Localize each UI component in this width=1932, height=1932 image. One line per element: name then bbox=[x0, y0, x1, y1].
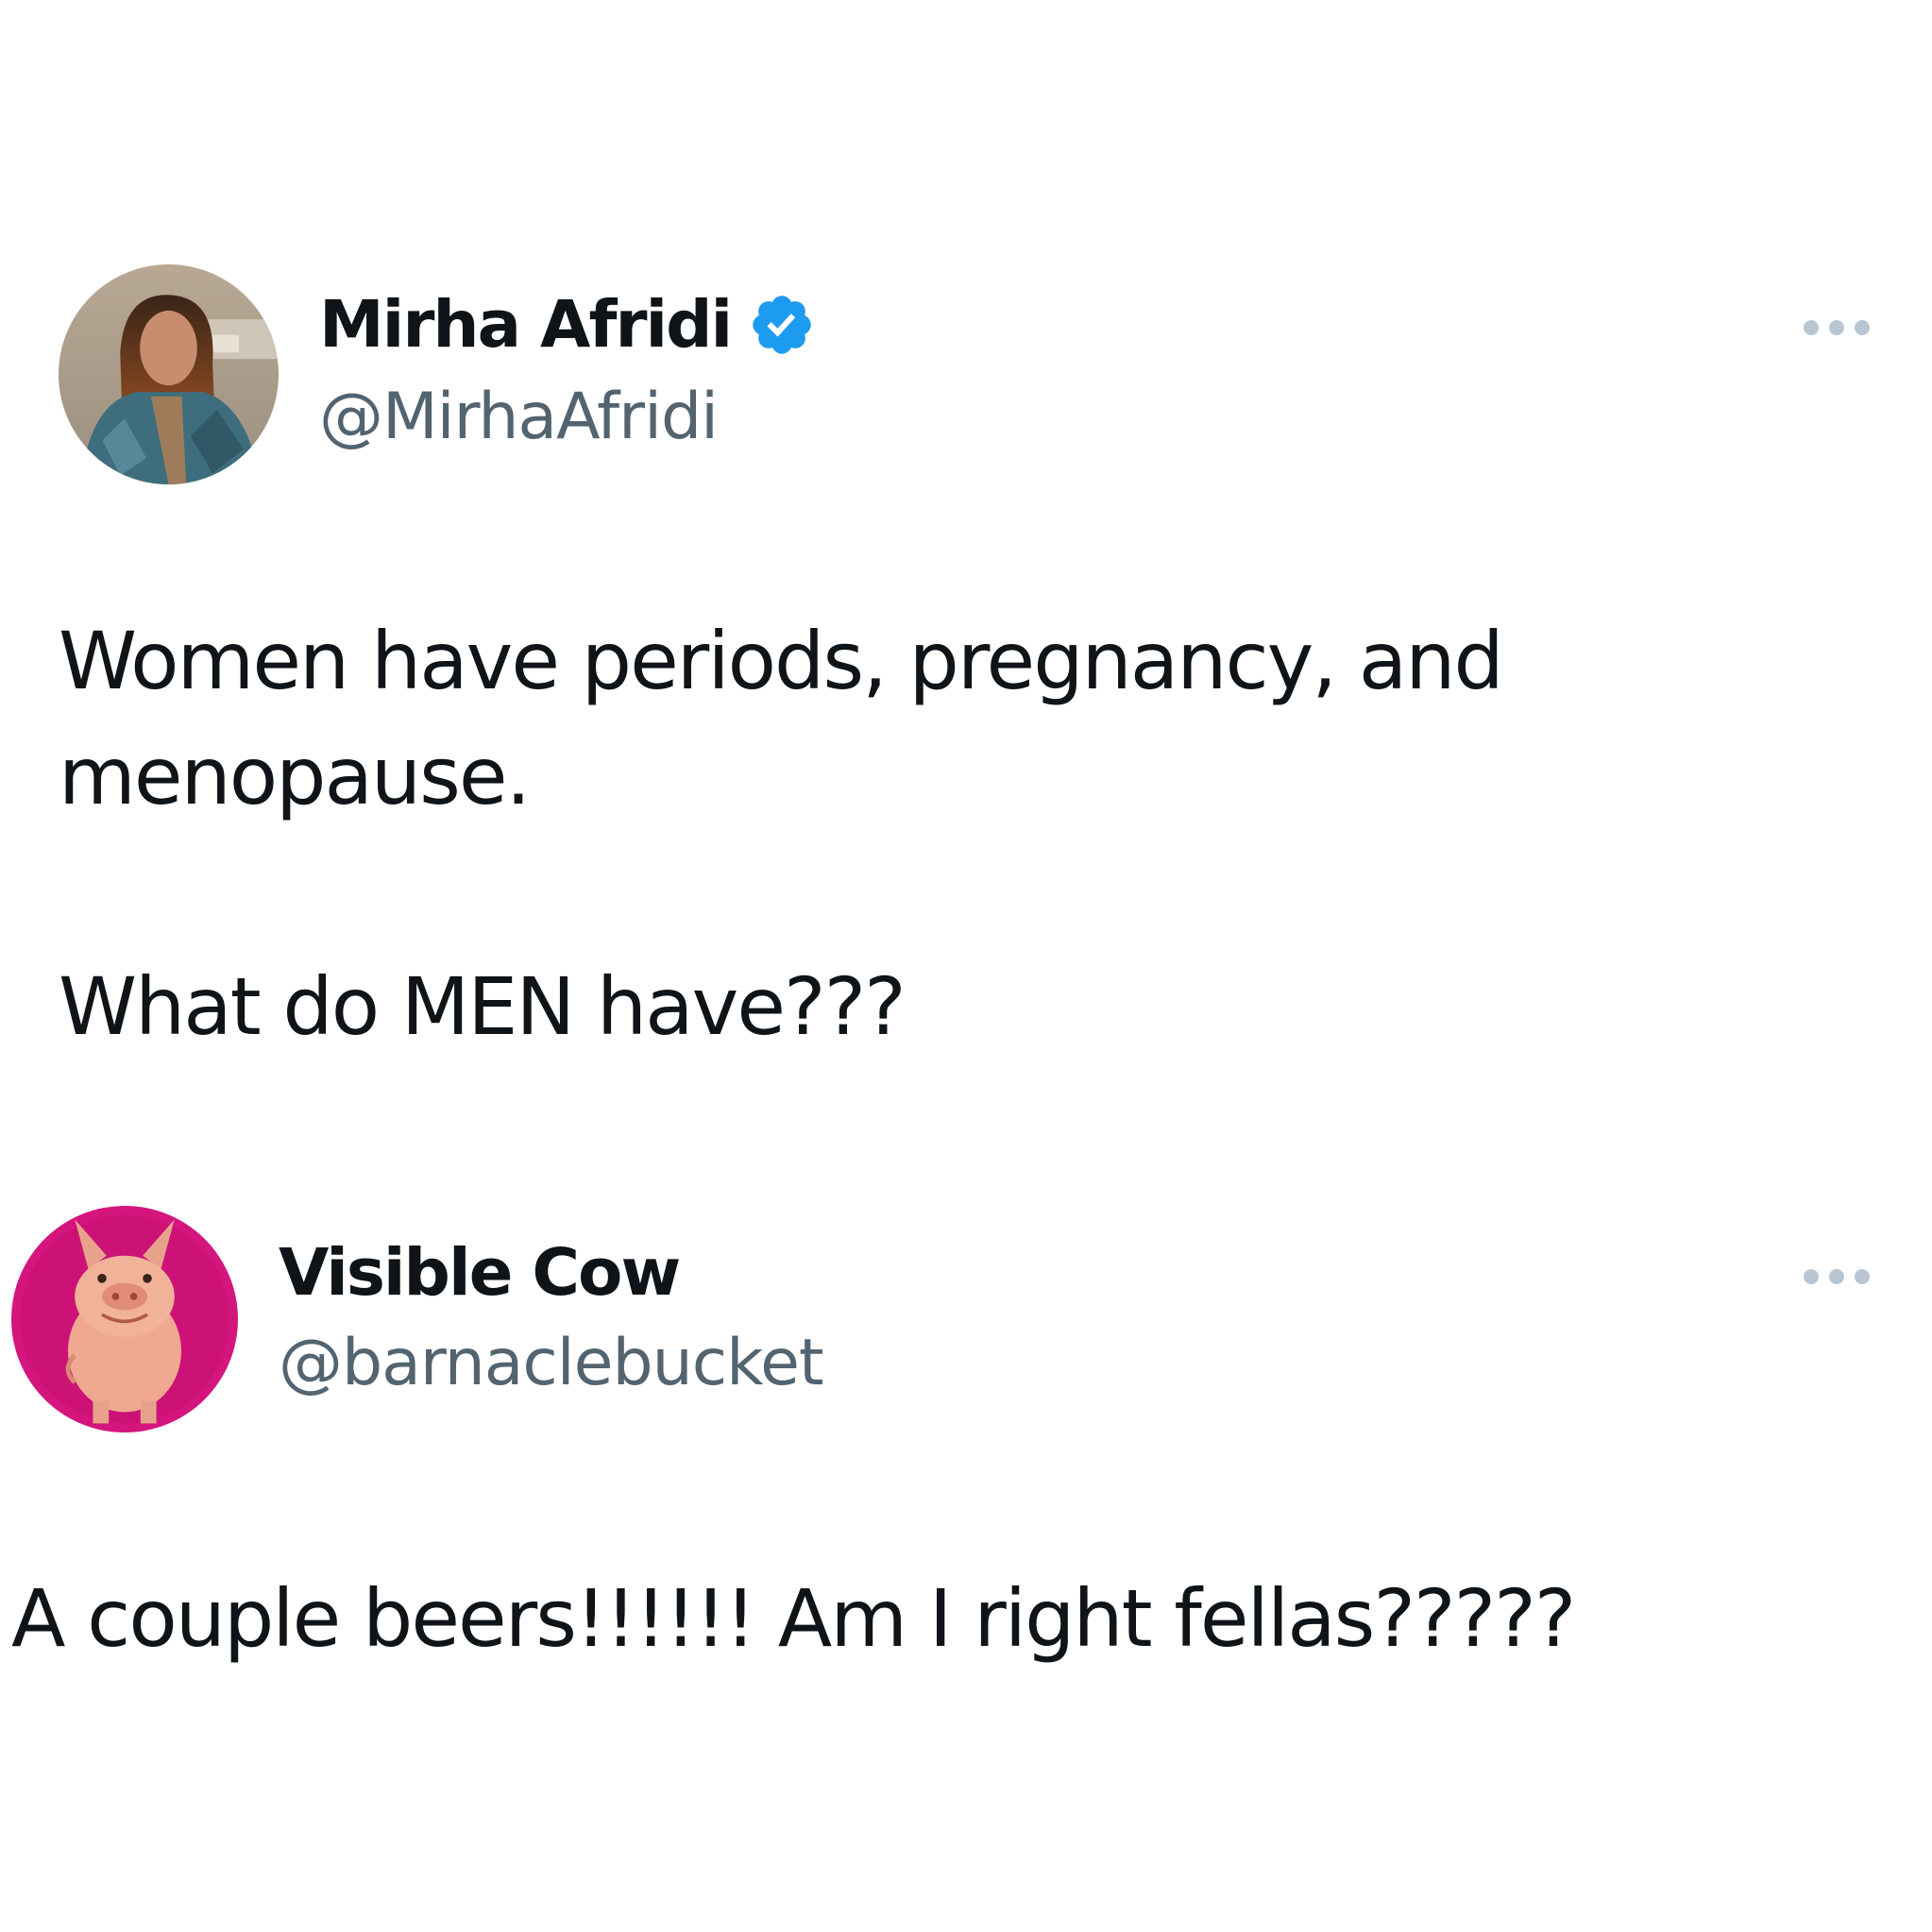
pig-avatar-image bbox=[11, 1206, 238, 1432]
author-handle[interactable]: @barnaclebucket bbox=[279, 1331, 824, 1396]
verified-badge-icon bbox=[753, 296, 811, 354]
author-handle[interactable]: @MirhaAfridi bbox=[319, 385, 719, 449]
avatar[interactable] bbox=[11, 1206, 238, 1432]
author-name[interactable]: Mirha Afridi bbox=[319, 293, 733, 358]
more-horizontal-icon[interactable] bbox=[1800, 316, 1873, 339]
reply-text: A couple beers!!!!!! Am I right fellas??… bbox=[11, 1572, 1576, 1665]
author-name[interactable]: Visible Cow bbox=[279, 1241, 681, 1306]
avatar[interactable] bbox=[59, 264, 279, 484]
tweet-text-line: What do MEN have??? bbox=[59, 960, 907, 1053]
more-horizontal-icon[interactable] bbox=[1800, 1265, 1873, 1288]
tweet-text-line: menopause. bbox=[59, 730, 531, 822]
screenshot-page: Mirha Afridi @MirhaAfridi Women have per… bbox=[0, 0, 1932, 1932]
avatar-photo bbox=[59, 264, 279, 484]
tweet-text-line: Women have periods, pregnancy, and bbox=[59, 615, 1504, 707]
